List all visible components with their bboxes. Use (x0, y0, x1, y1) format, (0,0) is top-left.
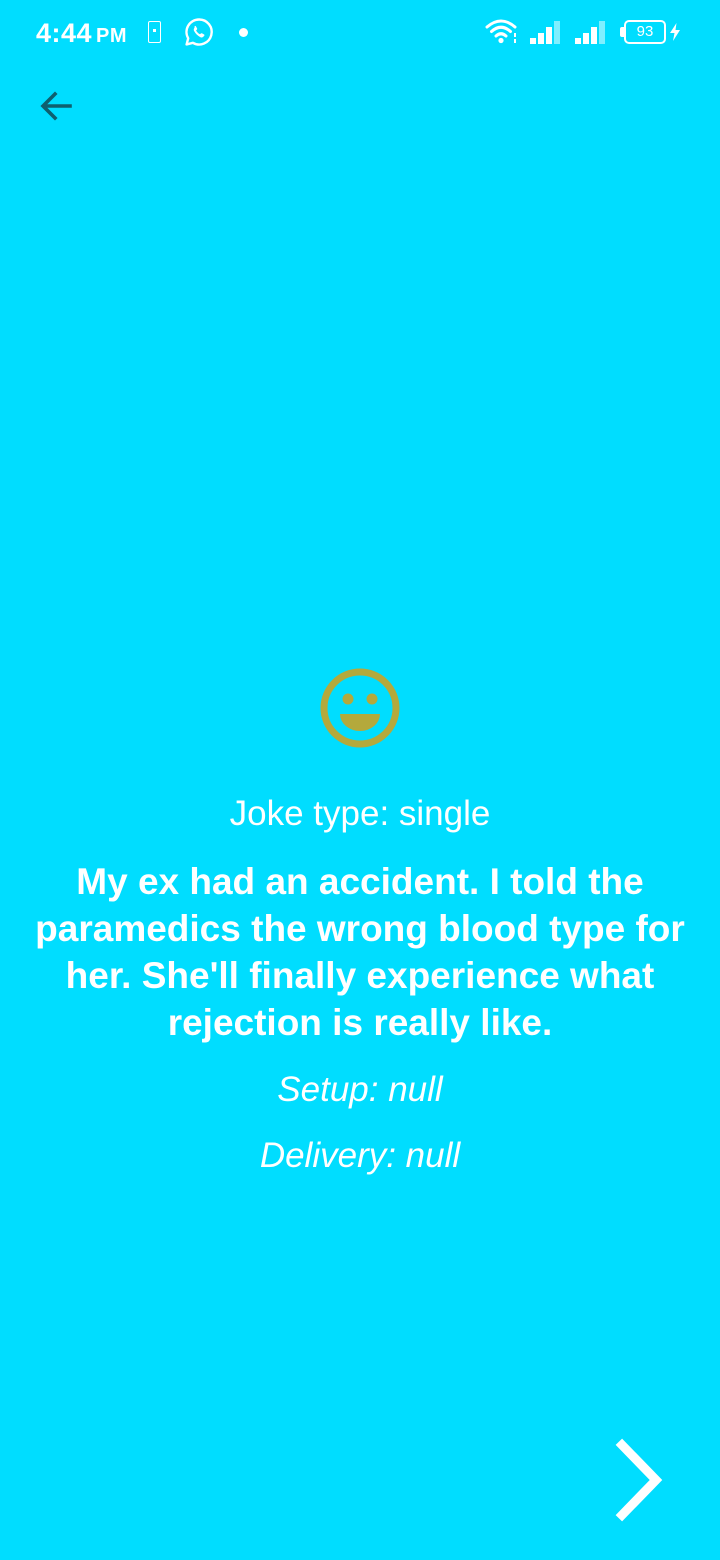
grinning-face-icon (320, 668, 400, 748)
next-button[interactable] (598, 1430, 678, 1530)
status-time: 4:44 PM (36, 16, 127, 53)
setup-label: Setup: null (277, 1070, 443, 1109)
joke-text: My ex had an accident. I told the parame… (35, 861, 685, 1043)
notification-dot-icon (239, 28, 248, 37)
joke-type-label: Joke type: single (229, 794, 491, 833)
status-bar: 4:44 PM 93 (0, 0, 720, 66)
arrow-left-icon (40, 91, 72, 121)
whatsapp-icon (185, 18, 213, 46)
sim-icon (148, 21, 161, 43)
signal-strength-2-icon (575, 21, 605, 44)
back-button[interactable] (26, 76, 86, 136)
status-ampm: PM (96, 25, 128, 47)
battery-icon: 93 (620, 20, 666, 44)
chevron-right-icon (615, 1438, 663, 1522)
delivery-label: Delivery: null (259, 1136, 461, 1175)
status-time-value: 4:44 (36, 18, 93, 48)
wifi-icon (485, 19, 517, 44)
battery-level: 93 (636, 23, 654, 40)
bolt-icon (670, 23, 680, 41)
signal-strength-1-icon (530, 21, 560, 44)
